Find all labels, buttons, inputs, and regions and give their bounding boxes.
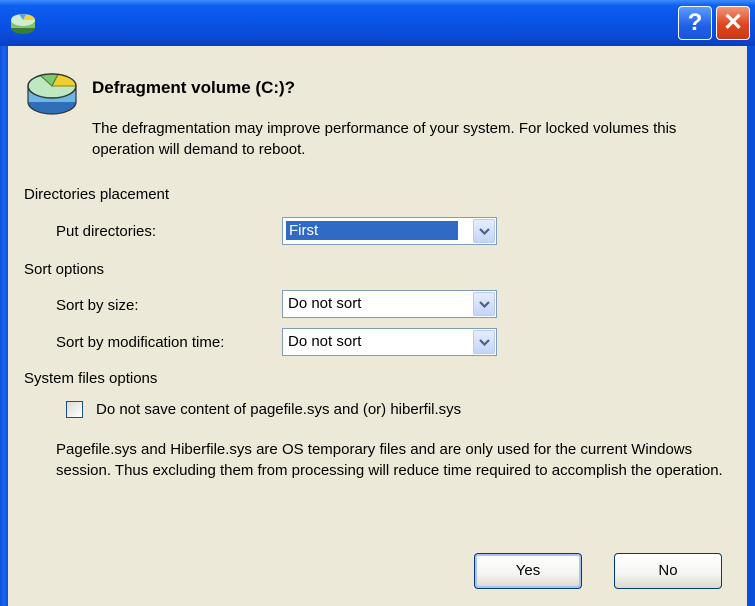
sort-by-time-select[interactable]: Do not sort xyxy=(282,328,497,356)
dialog-window: ? ✕ Defragment volume (C:)? The defragme… xyxy=(0,0,755,606)
chevron-down-icon[interactable] xyxy=(473,292,495,316)
dialog-description: The defragmentation may improve performa… xyxy=(92,120,677,158)
title-bar[interactable]: ? ✕ xyxy=(0,0,755,46)
no-button[interactable]: No xyxy=(614,553,722,589)
chevron-down-icon[interactable] xyxy=(473,219,495,243)
sort-by-size-select[interactable]: Do not sort xyxy=(282,290,497,318)
sort-by-time-label: Sort by modification time: xyxy=(56,334,225,351)
app-disk-icon xyxy=(8,8,38,38)
sort-group-label: Sort options xyxy=(24,261,105,278)
yes-button[interactable]: Yes xyxy=(474,553,582,589)
put-directories-value: First xyxy=(286,221,458,240)
system-files-group-label: System files options xyxy=(24,370,158,387)
system-files-note: Pagefile.sys and Hiberfile.sys are OS te… xyxy=(56,441,723,479)
help-button[interactable]: ? xyxy=(678,6,712,40)
pagefile-checkbox-label[interactable]: Do not save content of pagefile.sys and … xyxy=(96,399,461,420)
put-directories-label: Put directories: xyxy=(56,223,157,240)
directories-group-label: Directories placement xyxy=(24,186,170,203)
put-directories-select[interactable]: First xyxy=(282,217,497,245)
dialog-body: Defragment volume (C:)? The defragmentat… xyxy=(8,46,747,606)
chevron-down-icon[interactable] xyxy=(473,330,495,354)
sort-by-size-label: Sort by size: xyxy=(56,297,139,314)
dialog-question: Defragment volume (C:)? xyxy=(92,78,296,97)
sort-by-size-value: Do not sort xyxy=(288,295,362,312)
close-button[interactable]: ✕ xyxy=(716,6,750,40)
pagefile-checkbox[interactable] xyxy=(66,401,83,418)
sort-by-time-value: Do not sort xyxy=(288,333,362,350)
disk-volume-icon xyxy=(24,64,80,120)
